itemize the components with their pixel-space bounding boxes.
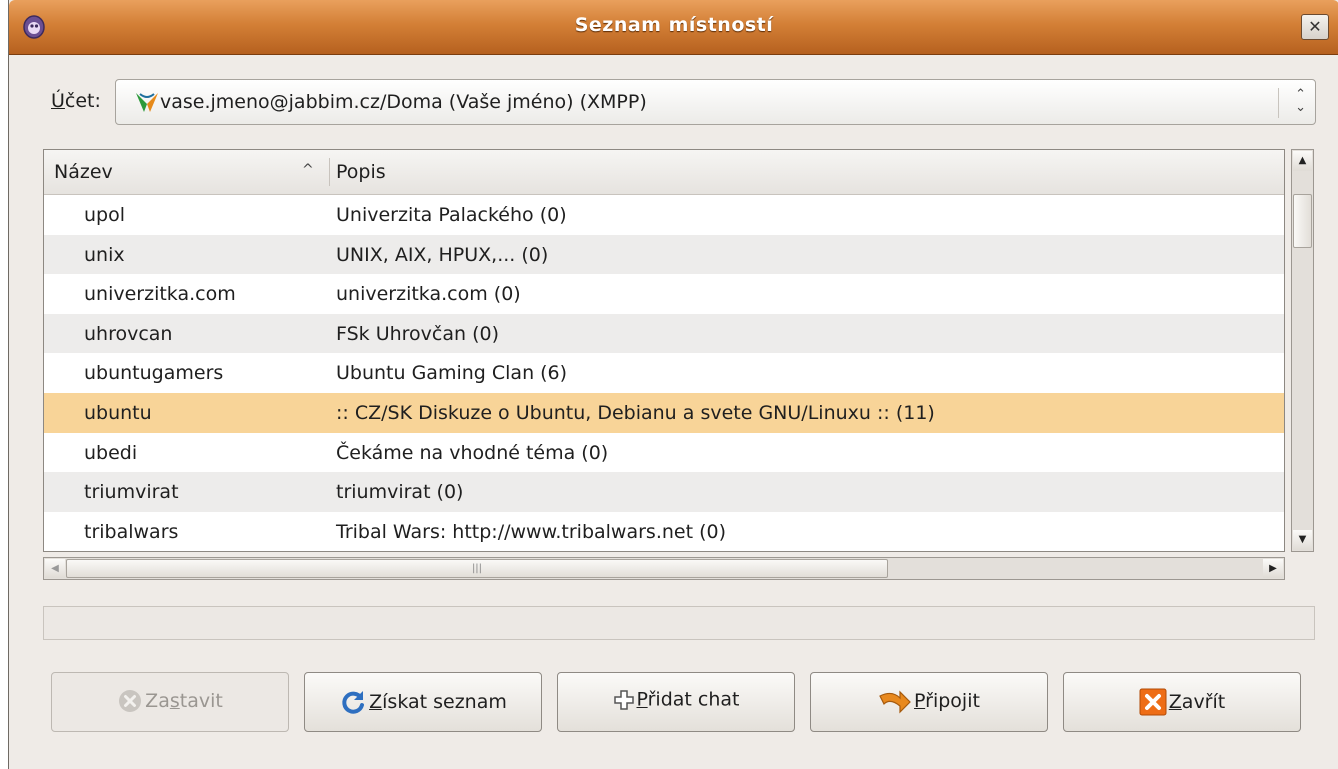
close-button-label: Zavřít: [1168, 691, 1226, 713]
table-row[interactable]: univerzitka.com univerzitka.com (0): [44, 274, 1284, 314]
vertical-scrollbar[interactable]: ▲ ▼: [1291, 149, 1314, 552]
room-description: univerzitka.com (0): [336, 283, 521, 306]
scroll-right-arrow-icon[interactable]: ▶: [1263, 559, 1283, 578]
get-list-button-label: Získat seznam: [369, 691, 507, 713]
add-icon: [613, 689, 634, 710]
table-row[interactable]: ubedi Čekáme na vhodné téma (0): [44, 433, 1284, 473]
table-row[interactable]: uhrovcan FSk Uhrovčan (0): [44, 313, 1284, 354]
window-title: Seznam místností: [574, 14, 774, 36]
account-select[interactable]: vase.jmeno@jabbim.cz/Doma (Vaše jméno) (…: [115, 79, 1316, 125]
room-list-dialog: Seznam místností ✕ Účet: vase.jmeno@jabb…: [8, 0, 1338, 769]
room-name: triumvirat: [84, 481, 179, 504]
get-list-button[interactable]: Získat seznam: [304, 672, 542, 732]
room-description: Ubuntu Gaming Clan (6): [336, 362, 568, 385]
account-value: vase.jmeno@jabbim.cz/Doma (Vaše jméno) (…: [160, 91, 647, 113]
table-row[interactable]: unix UNIX, AIX, HPUX,... (0): [44, 234, 1284, 275]
horizontal-scroll-thumb[interactable]: |||: [66, 559, 888, 578]
horizontal-scrollbar[interactable]: ◀ ||| ▶: [43, 557, 1285, 580]
table-row[interactable]: upol Univerzita Palackého (0): [44, 195, 1284, 235]
account-label: Účet:: [51, 90, 101, 112]
table-row-selected[interactable]: ubuntu :: CZ/SK Diskuze o Ubuntu, Debian…: [44, 392, 1284, 433]
room-list[interactable]: Název ^ Popis upol Univerzita Palackého …: [43, 149, 1285, 552]
xmpp-icon: [136, 93, 158, 112]
combo-separator: [1278, 88, 1279, 118]
title-bar[interactable]: Seznam místností ✕: [9, 0, 1338, 55]
room-name: univerzitka.com: [84, 283, 236, 306]
add-chat-button-label: Přidat chat: [636, 688, 740, 711]
join-arrow-icon: [879, 690, 911, 714]
room-description: Univerzita Palackého (0): [336, 204, 567, 226]
room-name: ubuntugamers: [84, 362, 224, 385]
up-down-arrows-icon: ⌃ ⌄: [1295, 87, 1306, 115]
room-description: Tribal Wars: http://www.tribalwars.net (…: [336, 520, 727, 543]
room-name: unix: [84, 243, 125, 266]
scroll-down-arrow-icon[interactable]: ▼: [1293, 530, 1312, 550]
table-row[interactable]: tribalwars Tribal Wars: http://www.triba…: [44, 512, 1284, 551]
scroll-left-arrow-icon[interactable]: ◀: [45, 559, 65, 578]
window-close-button[interactable]: ✕: [1301, 14, 1329, 40]
room-name: upol: [84, 204, 126, 226]
close-icon: [1139, 688, 1167, 716]
room-description: :: CZ/SK Diskuze o Ubuntu, Debianu a sve…: [336, 401, 935, 424]
close-button[interactable]: Zavřít: [1063, 672, 1301, 732]
scroll-up-arrow-icon[interactable]: ▲: [1293, 151, 1312, 171]
room-name: tribalwars: [84, 520, 179, 543]
add-chat-button[interactable]: Přidat chat: [557, 672, 795, 732]
refresh-icon: [342, 691, 365, 714]
join-button-label: Připojit: [914, 690, 980, 712]
list-rows: upol Univerzita Palackého (0) unix UNIX,…: [44, 195, 1284, 551]
stop-icon: [119, 690, 142, 712]
sort-ascending-icon: ^: [302, 162, 314, 178]
list-header: Název ^ Popis: [44, 150, 1284, 195]
vertical-scroll-thumb[interactable]: [1293, 194, 1312, 248]
room-description: triumvirat (0): [336, 481, 464, 504]
join-button[interactable]: Připojit: [810, 672, 1048, 732]
room-description: FSk Uhrovčan (0): [336, 322, 499, 345]
table-row[interactable]: ubuntugamers Ubuntu Gaming Clan (6): [44, 353, 1284, 393]
room-name: ubuntu: [84, 401, 152, 424]
column-header-description[interactable]: Popis: [336, 161, 386, 183]
stop-button[interactable]: Zastavit: [51, 672, 289, 732]
room-name: ubedi: [84, 441, 138, 464]
stop-button-label: Zastavit: [145, 690, 223, 712]
table-row[interactable]: triumvirat triumvirat (0): [44, 472, 1284, 512]
progress-bar: [43, 606, 1315, 640]
column-header-name[interactable]: Název: [54, 161, 113, 183]
room-description: Čekáme na vhodné téma (0): [336, 441, 609, 464]
room-description: UNIX, AIX, HPUX,... (0): [336, 243, 549, 266]
room-name: uhrovcan: [84, 322, 173, 345]
column-separator[interactable]: [329, 158, 330, 186]
